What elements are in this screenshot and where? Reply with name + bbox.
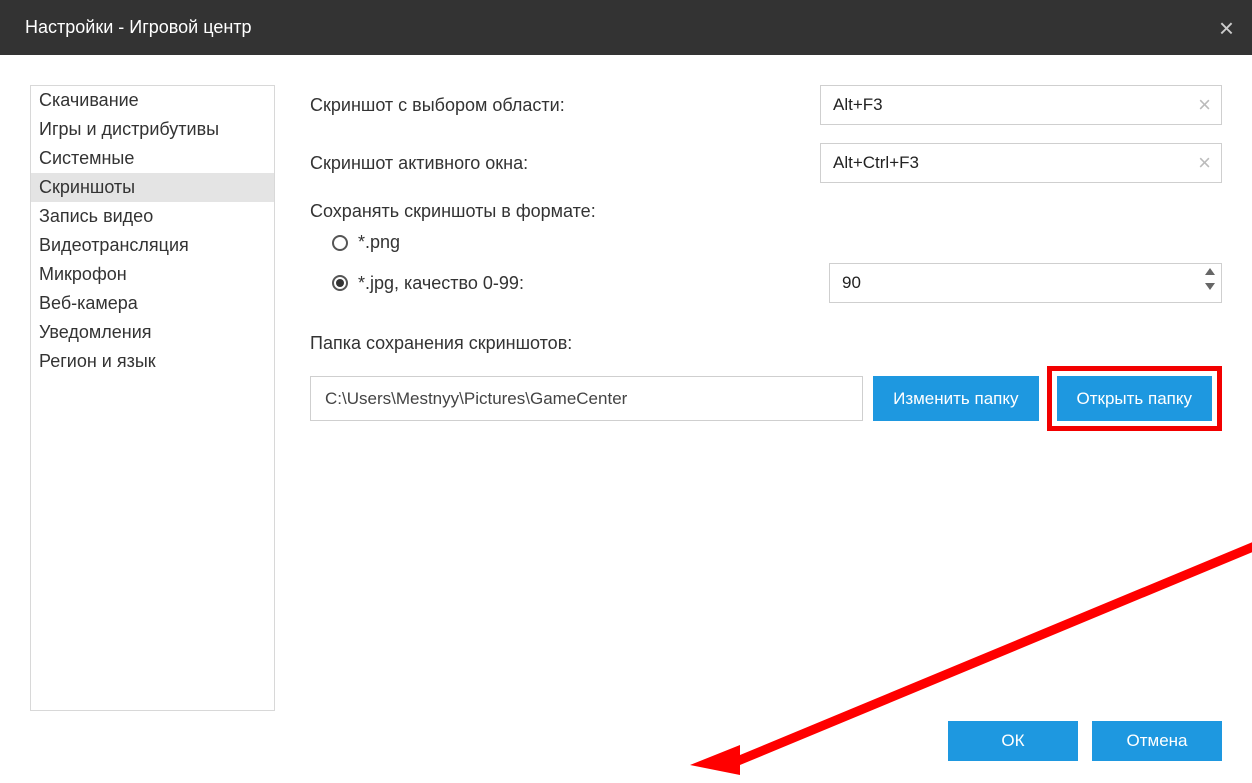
sidebar-item-notifications[interactable]: Уведомления <box>31 318 274 347</box>
change-folder-button[interactable]: Изменить папку <box>873 376 1038 421</box>
ok-button[interactable]: ОК <box>948 721 1078 761</box>
sidebar-item-video-record[interactable]: Запись видео <box>31 202 274 231</box>
sidebar: Скачивание Игры и дистрибутивы Системные… <box>30 85 275 711</box>
radio-jpg-label: *.jpg, качество 0-99: <box>358 273 524 294</box>
hotkey-window-value: Alt+Ctrl+F3 <box>833 153 919 173</box>
body: Скачивание Игры и дистрибутивы Системные… <box>0 55 1252 783</box>
input-hotkey-area[interactable]: Alt+F3 × <box>820 85 1222 125</box>
clear-icon[interactable]: × <box>1198 94 1211 116</box>
sidebar-item-microphone[interactable]: Микрофон <box>31 260 274 289</box>
sidebar-item-streaming[interactable]: Видеотрансляция <box>31 231 274 260</box>
window-title: Настройки - Игровой центр <box>25 17 252 38</box>
quality-spinner[interactable]: 90 <box>829 263 1222 303</box>
sidebar-item-region-language[interactable]: Регион и язык <box>31 347 274 376</box>
row-folder: C:\Users\Mestnyy\Pictures\GameCenter Изм… <box>310 366 1222 431</box>
sidebar-item-webcam[interactable]: Веб-камера <box>31 289 274 318</box>
sidebar-item-games[interactable]: Игры и дистрибутивы <box>31 115 274 144</box>
quality-value: 90 <box>842 273 861 293</box>
footer: ОК Отмена <box>948 721 1222 761</box>
radio-jpg[interactable] <box>332 275 348 291</box>
cancel-button[interactable]: Отмена <box>1092 721 1222 761</box>
input-hotkey-window[interactable]: Alt+Ctrl+F3 × <box>820 143 1222 183</box>
spinner-arrows <box>1205 268 1215 290</box>
row-hotkey-area: Скриншот с выбором области: Alt+F3 × <box>310 85 1222 125</box>
row-format-jpg: *.jpg, качество 0-99: 90 <box>310 263 1222 303</box>
row-format-png: *.png <box>310 232 1222 253</box>
sidebar-item-screenshots[interactable]: Скриншоты <box>31 173 274 202</box>
highlight-frame: Открыть папку <box>1047 366 1222 431</box>
folder-path-input[interactable]: C:\Users\Mestnyy\Pictures\GameCenter <box>310 376 863 421</box>
sidebar-item-system[interactable]: Системные <box>31 144 274 173</box>
label-hotkey-area: Скриншот с выбором области: <box>310 95 820 116</box>
label-format: Сохранять скриншоты в формате: <box>310 201 1222 222</box>
clear-icon[interactable]: × <box>1198 152 1211 174</box>
titlebar: Настройки - Игровой центр × <box>0 0 1252 55</box>
radio-png[interactable] <box>332 235 348 251</box>
sidebar-item-download[interactable]: Скачивание <box>31 86 274 115</box>
spinner-down-icon[interactable] <box>1205 283 1215 290</box>
spinner-up-icon[interactable] <box>1205 268 1215 275</box>
label-hotkey-window: Скриншот активного окна: <box>310 153 820 174</box>
hotkey-area-value: Alt+F3 <box>833 95 883 115</box>
open-folder-button[interactable]: Открыть папку <box>1057 376 1212 421</box>
row-hotkey-window: Скриншот активного окна: Alt+Ctrl+F3 × <box>310 143 1222 183</box>
folder-path-value: C:\Users\Mestnyy\Pictures\GameCenter <box>325 389 627 409</box>
radio-png-label: *.png <box>358 232 400 253</box>
label-folder: Папка сохранения скриншотов: <box>310 333 1222 354</box>
settings-window: Настройки - Игровой центр × Скачивание И… <box>0 0 1252 783</box>
main-panel: Скриншот с выбором области: Alt+F3 × Скр… <box>275 85 1222 783</box>
close-icon[interactable]: × <box>1219 15 1234 41</box>
